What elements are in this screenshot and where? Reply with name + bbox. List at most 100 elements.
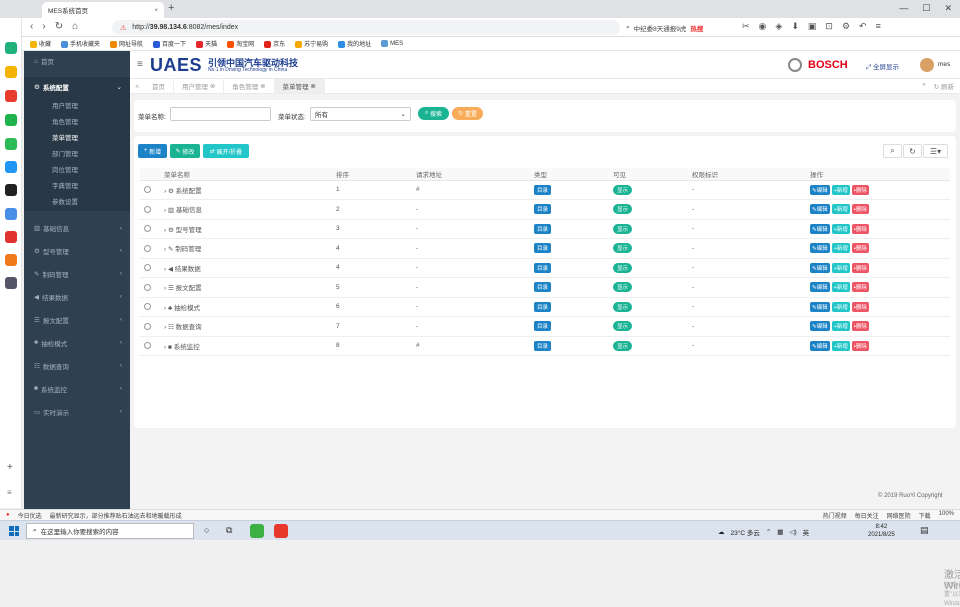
add-rail-icon[interactable]: +: [7, 462, 13, 473]
bookmark-item[interactable]: 收藏: [30, 39, 51, 48]
status-left2[interactable]: 最新研究显示，部分推荐贴石油远去和地暖载形成: [50, 511, 182, 520]
refresh-table-button[interactable]: ↻: [903, 144, 922, 158]
row-delete-button[interactable]: ▪删除: [851, 243, 869, 254]
browser-taskbar-icon[interactable]: [250, 524, 264, 538]
sidebar-item-result[interactable]: ◀ 结果数据 ‹: [24, 285, 130, 308]
sidebar-item-basic[interactable]: ▥ 基础信息 ‹: [24, 217, 130, 239]
row-add-button[interactable]: +新增: [831, 282, 850, 293]
game-icon[interactable]: ◈: [775, 21, 782, 32]
wps-taskbar-icon[interactable]: [274, 524, 288, 538]
tray-up-icon[interactable]: ⌃: [766, 528, 771, 536]
minimize-icon[interactable]: —: [899, 3, 908, 14]
windows-start-icon[interactable]: [9, 526, 19, 536]
settings-icon[interactable]: ⚙: [842, 21, 850, 32]
bookmark-item[interactable]: 百度一下: [153, 39, 186, 48]
row-edit-button[interactable]: ✎编辑: [810, 282, 830, 293]
row-add-button[interactable]: +新增: [831, 204, 850, 215]
volume-icon[interactable]: ◁): [789, 528, 796, 536]
row-add-button[interactable]: +新增: [831, 262, 850, 273]
clock[interactable]: 8:42 2021/8/25: [868, 523, 895, 539]
news-icon[interactable]: [5, 231, 17, 243]
fullscreen-button[interactable]: ⤢ 全屏显示: [866, 61, 899, 72]
bookmark-item[interactable]: 手机收藏夹: [61, 39, 100, 48]
network-icon[interactable]: ▦: [777, 528, 783, 536]
row-radio[interactable]: [144, 205, 151, 213]
sidebar-item-code[interactable]: ✎ 制码管理 ‹: [24, 262, 130, 285]
expand-row-icon[interactable]: ›: [164, 207, 166, 214]
table-row[interactable]: › ☷ 数据查询 7- 目录 显示 - ✎编辑 +新增 ▪删除: [140, 316, 950, 337]
close-icon[interactable]: ⊗: [310, 82, 315, 90]
tab-role[interactable]: 角色管理 ⊗: [224, 78, 275, 94]
status-zoom[interactable]: 100%: [939, 511, 954, 520]
weather[interactable]: 23°C 多云: [731, 527, 760, 537]
row-delete-button[interactable]: ▪删除: [851, 321, 869, 332]
screenshot-icon[interactable]: ⊡: [825, 21, 833, 32]
avatar[interactable]: [920, 58, 934, 72]
row-delete-button[interactable]: ▪删除: [851, 223, 869, 234]
row-add-button[interactable]: +新增: [831, 301, 850, 312]
undo-icon[interactable]: ↶: [859, 21, 867, 32]
forward-icon[interactable]: ›: [42, 21, 45, 32]
row-edit-button[interactable]: ✎编辑: [810, 243, 830, 254]
sidebar-item-monitor[interactable]: ■ 系统监控 ‹: [24, 377, 130, 400]
close-tab-icon[interactable]: ×: [154, 7, 158, 14]
bookmark-item[interactable]: 京东: [264, 39, 285, 48]
row-add-button[interactable]: +新增: [831, 340, 850, 351]
app-icon[interactable]: [5, 42, 17, 54]
row-add-button[interactable]: +新增: [831, 321, 850, 332]
row-delete-button[interactable]: ▪删除: [851, 301, 869, 312]
refresh-button[interactable]: ↻ 刷新: [934, 81, 954, 91]
expand-row-icon[interactable]: ›: [164, 324, 166, 331]
expand-row-icon[interactable]: ›: [164, 266, 166, 273]
cortana-icon[interactable]: ○: [204, 525, 209, 535]
status-daily[interactable]: 每日关注: [855, 511, 879, 520]
table-row[interactable]: › ▥ 基础信息 2- 目录 显示 - ✎编辑 +新增 ▪删除: [140, 199, 950, 220]
bookmark-item[interactable]: MES: [381, 39, 403, 47]
sidebar-item-system[interactable]: ⚙ 系统配置 ⌄: [24, 77, 130, 97]
row-radio[interactable]: [144, 225, 151, 233]
table-row[interactable]: › ⚙ 系统配置 1 # 目录 显示 - ✎编辑 +新增 ▪删除: [140, 180, 950, 200]
menu-name-input[interactable]: [170, 107, 271, 121]
browser-tab[interactable]: MES系统首页 ×: [42, 2, 164, 18]
sidebar-sub-user[interactable]: 用户管理: [24, 97, 130, 113]
status-left1[interactable]: 今日优选: [18, 511, 42, 520]
mail-icon[interactable]: [5, 114, 17, 126]
doc-icon[interactable]: [5, 208, 17, 220]
row-edit-button[interactable]: ✎编辑: [810, 184, 830, 195]
row-edit-button[interactable]: ✎编辑: [810, 301, 830, 312]
new-tab-icon[interactable]: +: [168, 2, 174, 14]
notification-icon[interactable]: ▤: [920, 525, 929, 536]
edit-button[interactable]: ✎ 修改: [170, 144, 200, 158]
menu-status-select[interactable]: 所有 ⌄: [310, 107, 411, 121]
tab-menu[interactable]: 菜单管理 ⊗: [274, 78, 325, 94]
table-row[interactable]: › ♣ 抽检模式 6- 目录 显示 - ✎编辑 +新增 ▪删除: [140, 297, 950, 317]
tab-user[interactable]: 用户管理 ⊗: [174, 78, 225, 94]
table-row[interactable]: › ☰ 报文配置 5- 目录 显示 - ✎编辑 +新增 ▪删除: [140, 277, 950, 298]
search-toggle-button[interactable]: ⌕: [883, 144, 902, 158]
sidebar-sub-dept[interactable]: 部门管理: [24, 145, 130, 161]
menu-icon[interactable]: ≡: [876, 21, 881, 32]
expand-row-icon[interactable]: ›: [164, 227, 166, 234]
sidebar-sub-config[interactable]: 参数设置: [24, 193, 130, 209]
close-window-icon[interactable]: ✕: [944, 3, 952, 14]
sidebar-item-home[interactable]: ⌂ 首页: [24, 51, 130, 71]
table-row[interactable]: › ⚙ 型号管理 3- 目录 显示 - ✎编辑 +新增 ▪删除: [140, 219, 950, 239]
row-radio[interactable]: [144, 186, 151, 194]
row-delete-button[interactable]: ▪删除: [851, 262, 869, 273]
back-icon[interactable]: ‹: [30, 21, 33, 32]
bookmark-item[interactable]: 天猫: [196, 39, 217, 48]
media-icon[interactable]: [5, 277, 17, 289]
expand-collapse-button[interactable]: ⇄ 展开/折叠: [203, 144, 249, 158]
tabs-scroll-right-icon[interactable]: »: [922, 81, 926, 91]
bookmark-item[interactable]: 苏宁易购: [295, 39, 328, 48]
expand-row-icon[interactable]: ›: [164, 305, 166, 312]
row-add-button[interactable]: +新增: [831, 243, 850, 254]
row-delete-button[interactable]: ▪删除: [851, 204, 869, 215]
row-add-button[interactable]: +新增: [831, 184, 850, 195]
sidebar-sub-menu[interactable]: 菜单管理: [24, 129, 130, 145]
sidebar-sub-dict[interactable]: 字典管理: [24, 177, 130, 193]
row-delete-button[interactable]: ▪删除: [851, 282, 869, 293]
expand-row-icon[interactable]: ›: [164, 344, 166, 351]
status-download[interactable]: 下载: [919, 511, 931, 520]
tiktok-icon[interactable]: [5, 184, 17, 196]
